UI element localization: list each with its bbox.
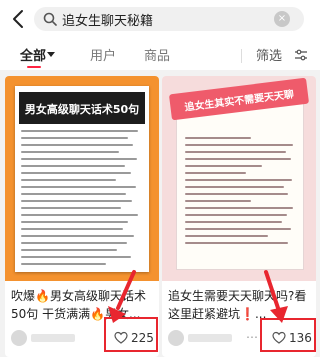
tab-products[interactable]: 商品 <box>144 45 170 64</box>
cover-title: 男女高级聊天话术50句 <box>24 103 140 116</box>
tab-users[interactable]: 用户 <box>90 45 116 64</box>
author-name-blurred[interactable] <box>188 334 232 342</box>
tab-all[interactable]: 全部 <box>20 45 46 64</box>
avatar[interactable] <box>11 330 27 346</box>
avatar[interactable] <box>168 330 184 346</box>
filter-button[interactable]: 筛选 <box>256 45 282 64</box>
active-tab-indicator <box>27 66 41 68</box>
chevron-down-icon[interactable] <box>47 52 55 57</box>
filter-icon[interactable] <box>294 49 308 61</box>
note-cover-image[interactable]: 追女生其实不需要天天聊 <box>162 76 316 281</box>
cover-paper: 男女高级聊天话术50句 <box>15 86 149 272</box>
cover-banner: 男女高级聊天话术50句 <box>19 92 145 124</box>
note-cover-image[interactable]: 男女高级聊天话术50句 <box>5 76 159 281</box>
annotation-arrow-icon <box>264 270 288 323</box>
tab-bar: 全部 用户 商品 筛选 <box>0 40 320 70</box>
author-name-blurred[interactable] <box>31 334 75 342</box>
cover-text-lines <box>21 130 143 270</box>
divider <box>241 49 242 63</box>
more-icon[interactable]: ⋯ <box>246 330 258 344</box>
search-query[interactable]: 追女生聊天秘籍 <box>62 10 153 29</box>
back-arrow-icon[interactable] <box>10 9 28 29</box>
cover-paper <box>176 102 304 270</box>
search-icon <box>43 12 57 26</box>
top-bar: 追女生聊天秘籍 × <box>0 0 320 40</box>
clear-search-icon[interactable]: × <box>274 11 290 27</box>
search-bar[interactable]: 追女生聊天秘籍 × <box>34 7 304 31</box>
cover-text-lines <box>185 137 295 249</box>
annotation-arrow-icon <box>108 270 136 323</box>
